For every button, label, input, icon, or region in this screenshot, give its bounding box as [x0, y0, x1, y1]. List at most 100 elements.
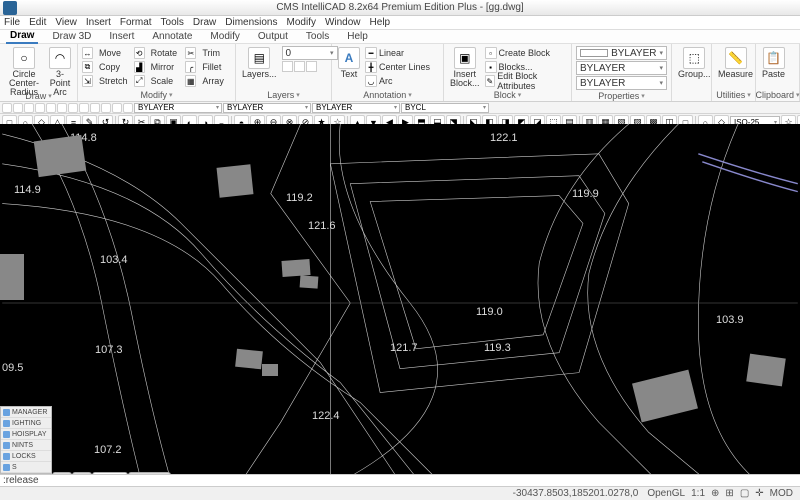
panel-draw: ○Circle Center-Radius◠3-Point Arc Draw [0, 44, 78, 101]
fillet-icon[interactable]: ╭ [185, 61, 196, 73]
ribbon-tab-output[interactable]: Output [254, 30, 292, 43]
move-label[interactable]: Move [99, 48, 128, 58]
blocks----icon[interactable]: ▪ [485, 61, 497, 73]
panel-block: ▣ Insert Block... ▫Create Block▪Blocks..… [444, 44, 572, 101]
qat-button[interactable] [101, 103, 111, 113]
paste-button[interactable]: 📋Paste [760, 46, 787, 80]
window-title: CMS IntelliCAD 8.2x64 Premium Edition Pl… [276, 2, 523, 13]
status-item[interactable]: ⊞ [722, 487, 736, 500]
layer-tool-icon[interactable] [282, 61, 293, 72]
bylayer-combo[interactable]: BYCL [401, 103, 489, 113]
building-shape [281, 259, 310, 277]
menu-view[interactable]: View [55, 17, 77, 28]
status-item[interactable]: ▢ [737, 487, 752, 500]
array-label[interactable]: Array [202, 76, 231, 86]
qat-button[interactable] [90, 103, 100, 113]
bylayer-combo[interactable]: BYLAYER [312, 103, 400, 113]
copy-icon[interactable]: ⧉ [82, 61, 93, 73]
building-shape [0, 254, 24, 300]
copy-label[interactable]: Copy [99, 62, 128, 72]
tree-item[interactable]: IGHTING [1, 418, 51, 429]
ribbon-tab-modify[interactable]: Modify [206, 30, 243, 43]
tree-item[interactable]: HOISPLAY [1, 429, 51, 440]
menu-dimensions[interactable]: Dimensions [225, 17, 277, 28]
property-combo-0[interactable]: BYLAYER [576, 46, 667, 60]
menu-format[interactable]: Format [120, 17, 152, 28]
arc-icon[interactable]: ◡ [365, 75, 377, 87]
building-shape [217, 164, 254, 197]
menu-draw[interactable]: Draw [193, 17, 216, 28]
property-combo-2[interactable]: BYLAYER [576, 76, 667, 90]
left-tree-panel[interactable]: MANAGERIGHTINGHOISPLAYNINTSLOCKSS [0, 406, 52, 474]
tree-item[interactable]: NINTS [1, 440, 51, 451]
ribbon-tab-help[interactable]: Help [343, 30, 372, 43]
status-item[interactable]: OpenGL [644, 487, 688, 500]
layer-combo[interactable]: 0 [282, 46, 338, 60]
qat-button[interactable] [79, 103, 89, 113]
tree-item[interactable]: LOCKS [1, 451, 51, 462]
status-item[interactable]: MOD [767, 487, 796, 500]
menu-edit[interactable]: Edit [29, 17, 46, 28]
rotate-label[interactable]: Rotate [151, 48, 180, 58]
mirror-icon[interactable]: ▟ [134, 61, 145, 73]
qat-button[interactable] [24, 103, 34, 113]
scale-label[interactable]: Scale [151, 76, 180, 86]
bylayer-combo[interactable]: BYLAYER [134, 103, 222, 113]
command-line[interactable]: : release [0, 474, 800, 486]
stretch-label[interactable]: Stretch [99, 76, 128, 86]
tree-item[interactable]: MANAGER [1, 407, 51, 418]
tree-item[interactable]: S [1, 462, 51, 473]
panel-label-properties: Properties [576, 90, 667, 102]
topo-lines [0, 124, 800, 482]
scale-icon[interactable]: ⤢ [134, 75, 145, 87]
qat-button[interactable] [57, 103, 67, 113]
ribbon-tab-draw-3d[interactable]: Draw 3D [48, 30, 95, 43]
layers-button[interactable]: ▤ Layers... [240, 46, 279, 80]
mirror-label[interactable]: Mirror [151, 62, 180, 72]
layer-tool-icon[interactable] [294, 61, 305, 72]
status-item[interactable]: ✛ [752, 487, 766, 500]
layer-tool-icon[interactable] [306, 61, 317, 72]
property-combo-1[interactable]: BYLAYER [576, 61, 667, 75]
center-lines-icon[interactable]: ╋ [365, 61, 377, 73]
menu-modify[interactable]: Modify [287, 17, 316, 28]
stretch-icon[interactable]: ⇲ [82, 75, 93, 87]
menu-window[interactable]: Window [325, 17, 361, 28]
array-icon[interactable]: ▦ [185, 75, 196, 87]
move-icon[interactable]: ↔ [82, 47, 93, 59]
rotate-icon[interactable]: ⟲ [134, 47, 145, 59]
building-shape [300, 275, 319, 288]
group-button[interactable]: ⬚Group... [676, 46, 713, 80]
edit-block-attributes-icon[interactable]: ✎ [485, 75, 496, 87]
status-item[interactable]: 1:1 [688, 487, 708, 500]
create-block-icon[interactable]: ▫ [485, 47, 497, 59]
measure-button[interactable]: 📏Measure [716, 46, 755, 80]
menu-insert[interactable]: Insert [86, 17, 111, 28]
trim-icon[interactable]: ✂ [185, 47, 196, 59]
ribbon-tab-tools[interactable]: Tools [302, 30, 333, 43]
ribbon-tab-insert[interactable]: Insert [105, 30, 138, 43]
layers-icon: ▤ [248, 47, 270, 69]
status-item[interactable]: ⊕ [708, 487, 722, 500]
fillet-label[interactable]: Fillet [202, 62, 231, 72]
ribbon-tab-draw[interactable]: Draw [6, 29, 38, 44]
text-button[interactable]: A Text [336, 46, 362, 80]
tree-icon [3, 464, 10, 471]
qat-button[interactable] [35, 103, 45, 113]
menu-file[interactable]: File [4, 17, 20, 28]
qat-button[interactable] [68, 103, 78, 113]
linear-icon[interactable]: ━ [365, 47, 377, 59]
qat-button[interactable] [112, 103, 122, 113]
insert-block-button[interactable]: ▣ Insert Block... [448, 46, 482, 89]
menu-help[interactable]: Help [370, 17, 391, 28]
trim-label[interactable]: Trim [202, 48, 231, 58]
ribbon-tab-annotate[interactable]: Annotate [148, 30, 196, 43]
qat-button[interactable] [13, 103, 23, 113]
qat-button[interactable] [46, 103, 56, 113]
drawing-canvas[interactable]: 114.8114.9122.1103.4119.2121.6119.9107.3… [0, 124, 800, 482]
ribbon-tabstrip: Draw Draw 3D Insert Annotate Modify Output Too… [0, 30, 800, 44]
qat-button[interactable] [2, 103, 12, 113]
menu-tools[interactable]: Tools [161, 17, 184, 28]
qat-button[interactable] [123, 103, 133, 113]
bylayer-combo[interactable]: BYLAYER [223, 103, 311, 113]
